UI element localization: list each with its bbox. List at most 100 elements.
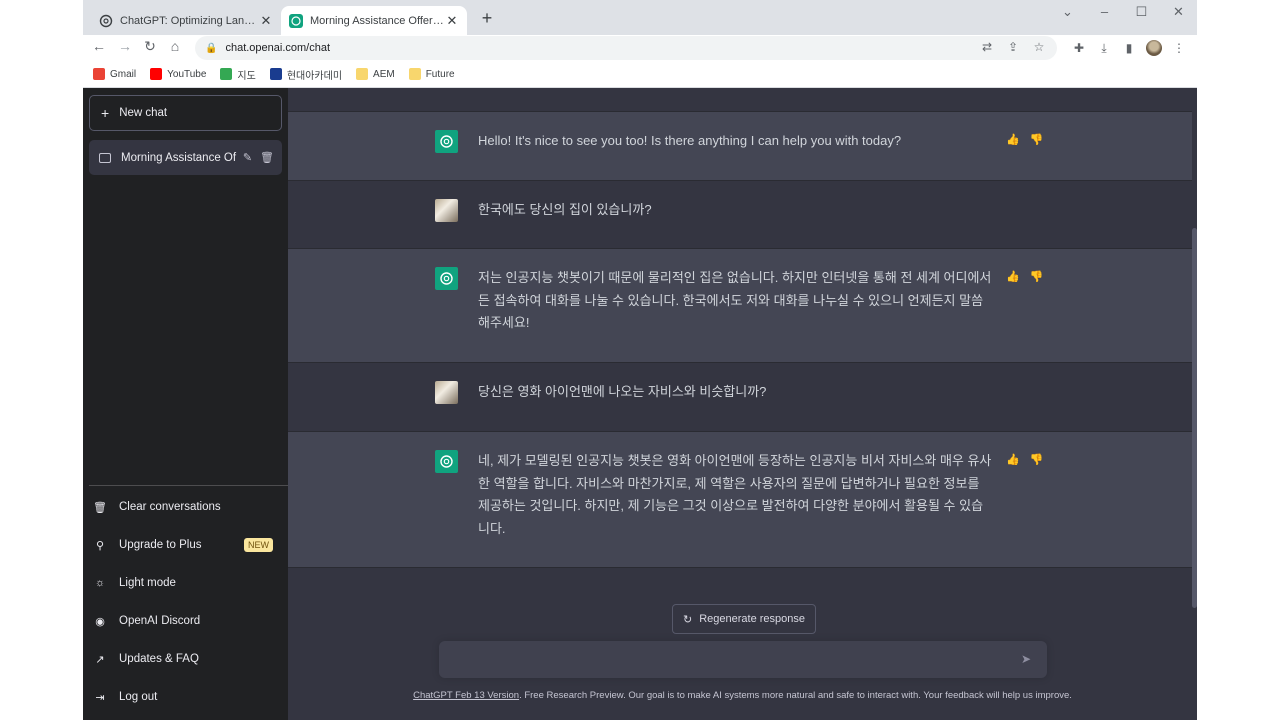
user-avatar <box>435 381 458 404</box>
home-icon[interactable]: ⌂ <box>165 38 185 54</box>
menu-label: Clear conversations <box>119 501 221 513</box>
menu-label: Updates & FAQ <box>119 653 199 665</box>
bookmark-label: YouTube <box>167 68 207 80</box>
conversation-item[interactable]: Morning Assistance Of ✎ 🗑 <box>89 140 282 175</box>
regenerate-response-button[interactable]: ↻ Regenerate response <box>672 604 817 634</box>
discord-icon: ◉ <box>95 615 105 628</box>
tab-strip: ChatGPT: Optimizing Language ✕ Morning A… <box>83 0 1197 35</box>
light-mode-button[interactable]: ☼ Light mode <box>93 573 273 593</box>
clear-conversations-button[interactable]: 🗑 Clear conversations <box>93 497 273 517</box>
side-panel-icon[interactable]: ▮ <box>1121 41 1137 55</box>
sidebar: + New chat Morning Assistance Of ✎ 🗑 🗑 C… <box>83 88 294 720</box>
bookmark-label: 현대아카데미 <box>286 70 343 82</box>
bookmark-maps[interactable]: 지도 <box>220 67 256 82</box>
message-text: 저는 인공지능 챗봇이기 때문에 물리적인 집은 없습니다. 하지만 인터넷을 … <box>478 270 992 330</box>
maps-icon <box>220 68 233 80</box>
reload-icon[interactable]: ↻ <box>140 38 160 55</box>
chevron-down-icon[interactable]: ⌄ <box>1049 0 1086 24</box>
upgrade-to-plus-button[interactable]: ⚲ Upgrade to Plus NEW <box>93 535 273 555</box>
user-avatar <box>435 199 458 222</box>
close-window-icon[interactable]: ✕ <box>1160 0 1197 24</box>
thumbs-up-icon[interactable]: 👍 <box>1006 453 1020 466</box>
share-icon[interactable]: ⇪ <box>1005 40 1021 54</box>
updates-faq-link[interactable]: ↗ Updates & FAQ <box>93 649 273 669</box>
bookmark-aem[interactable]: AEM <box>356 68 395 80</box>
feedback-controls: 👍 👎 <box>1006 453 1043 466</box>
lock-icon: 🔒 <box>205 42 218 54</box>
tab-chatgpt-optimizing[interactable]: ChatGPT: Optimizing Language ✕ <box>91 6 281 35</box>
tab-title: Morning Assistance Offered. <box>310 14 445 27</box>
refresh-icon: ↻ <box>683 613 693 626</box>
thumbs-down-icon[interactable]: 👎 <box>1030 133 1044 146</box>
openai-icon <box>289 13 303 28</box>
folder-icon <box>356 68 369 80</box>
version-link[interactable]: ChatGPT Feb 13 Version <box>413 690 519 701</box>
footer-text: . Free Research Preview. Our goal is to … <box>519 690 1072 701</box>
thumbs-up-icon[interactable]: 👍 <box>1006 270 1020 283</box>
maximize-icon[interactable]: ☐ <box>1123 0 1160 24</box>
translate-icon[interactable]: ⇄ <box>979 40 995 54</box>
user-message: 당신은 영화 아이언맨에 나오는 자비스와 비슷합니까? <box>288 363 1192 432</box>
address-bar[interactable]: 🔒 chat.openai.com/chat <box>195 36 1057 60</box>
menu-label: Light mode <box>119 577 176 589</box>
menu-label: Log out <box>119 691 158 703</box>
menu-dots-icon[interactable]: ⋮ <box>1171 41 1187 55</box>
openai-discord-link[interactable]: ◉ OpenAI Discord <box>93 611 273 631</box>
message-text: 네, 제가 모델링된 인공지능 챗봇은 영화 아이언맨에 등장하는 인공지능 비… <box>478 453 992 536</box>
profile-avatar[interactable] <box>1146 40 1162 56</box>
log-out-button[interactable]: ⇥ Log out <box>93 687 273 707</box>
new-tab-button[interactable]: + <box>477 8 497 29</box>
send-icon[interactable]: ➤ <box>1021 652 1035 666</box>
youtube-icon <box>150 68 163 80</box>
chat-bubble-icon <box>99 152 111 163</box>
bookmark-youtube[interactable]: YouTube <box>150 68 206 80</box>
download-icon[interactable]: ⤓ <box>1096 41 1112 56</box>
browser-toolbar: ← → ↻ ⌂ 🔒 chat.openai.com/chat ⇄ ⇪ ☆ ✚ ⤓… <box>83 35 1197 61</box>
thumbs-down-icon[interactable]: 👎 <box>1030 270 1044 283</box>
openai-icon <box>99 14 113 27</box>
message-text: 당신은 영화 아이언맨에 나오는 자비스와 비슷합니까? <box>478 384 767 399</box>
forward-icon[interactable]: → <box>115 38 135 54</box>
bookmark-gmail[interactable]: Gmail <box>93 68 136 80</box>
new-chat-button[interactable]: + New chat <box>89 95 282 131</box>
back-icon[interactable]: ← <box>89 38 109 54</box>
extensions-icon[interactable]: ✚ <box>1071 41 1087 55</box>
close-tab-icon[interactable]: ✕ <box>445 13 459 29</box>
trash-icon[interactable]: 🗑 <box>260 151 274 164</box>
url-text: chat.openai.com/chat <box>225 42 331 54</box>
assistant-message: 네, 제가 모델링된 인공지능 챗봇은 영화 아이언맨에 등장하는 인공지능 비… <box>288 432 1192 568</box>
chatgpt-avatar-icon <box>435 450 458 473</box>
browser-window: ChatGPT: Optimizing Language ✕ Morning A… <box>83 0 1197 720</box>
edit-icon[interactable]: ✎ <box>243 151 252 164</box>
bookmark-label: 지도 <box>237 70 256 82</box>
menu-label: OpenAI Discord <box>119 615 201 627</box>
bookmark-future[interactable]: Future <box>408 68 455 80</box>
message-text: 한국에도 당신의 집이 있습니까? <box>478 202 652 217</box>
logout-icon: ⇥ <box>95 691 105 704</box>
external-link-icon: ↗ <box>95 653 105 666</box>
star-icon[interactable]: ☆ <box>1031 40 1047 54</box>
message-input-container: ➤ <box>439 641 1047 678</box>
feedback-controls: 👍 👎 <box>1006 133 1043 146</box>
bookmarks-bar: Gmail YouTube 지도 현대아카데미 AEM Future <box>83 61 1197 88</box>
thumbs-up-icon[interactable]: 👍 <box>1006 133 1020 146</box>
bookmark-label: Gmail <box>110 68 137 80</box>
tab-morning-assistance[interactable]: Morning Assistance Offered. ✕ <box>281 6 467 35</box>
bookmark-label: Future <box>425 68 455 80</box>
sun-icon: ☼ <box>94 577 106 589</box>
sidebar-divider <box>89 485 294 486</box>
message-input[interactable] <box>451 650 1011 670</box>
minimize-icon[interactable]: – <box>1086 0 1123 24</box>
bookmark-hyundai-academy[interactable]: 현대아카데미 <box>269 67 343 82</box>
m-logo-icon <box>269 68 282 80</box>
scrollbar[interactable] <box>1192 228 1197 608</box>
assistant-message: Hello! It's nice to see you too! Is ther… <box>288 112 1192 181</box>
assistant-message: 저는 인공지능 챗봇이기 때문에 물리적인 집은 없습니다. 하지만 인터넷을 … <box>288 249 1192 363</box>
menu-label: Upgrade to Plus <box>119 539 202 551</box>
thumbs-down-icon[interactable]: 👎 <box>1030 453 1044 466</box>
close-tab-icon[interactable]: ✕ <box>259 13 273 29</box>
message-text: Hello! It's nice to see you too! Is ther… <box>478 133 902 148</box>
user-message: 한국에도 당신의 집이 있습니까? <box>288 181 1192 249</box>
tab-title: ChatGPT: Optimizing Language <box>120 14 259 27</box>
new-badge: NEW <box>244 538 273 552</box>
